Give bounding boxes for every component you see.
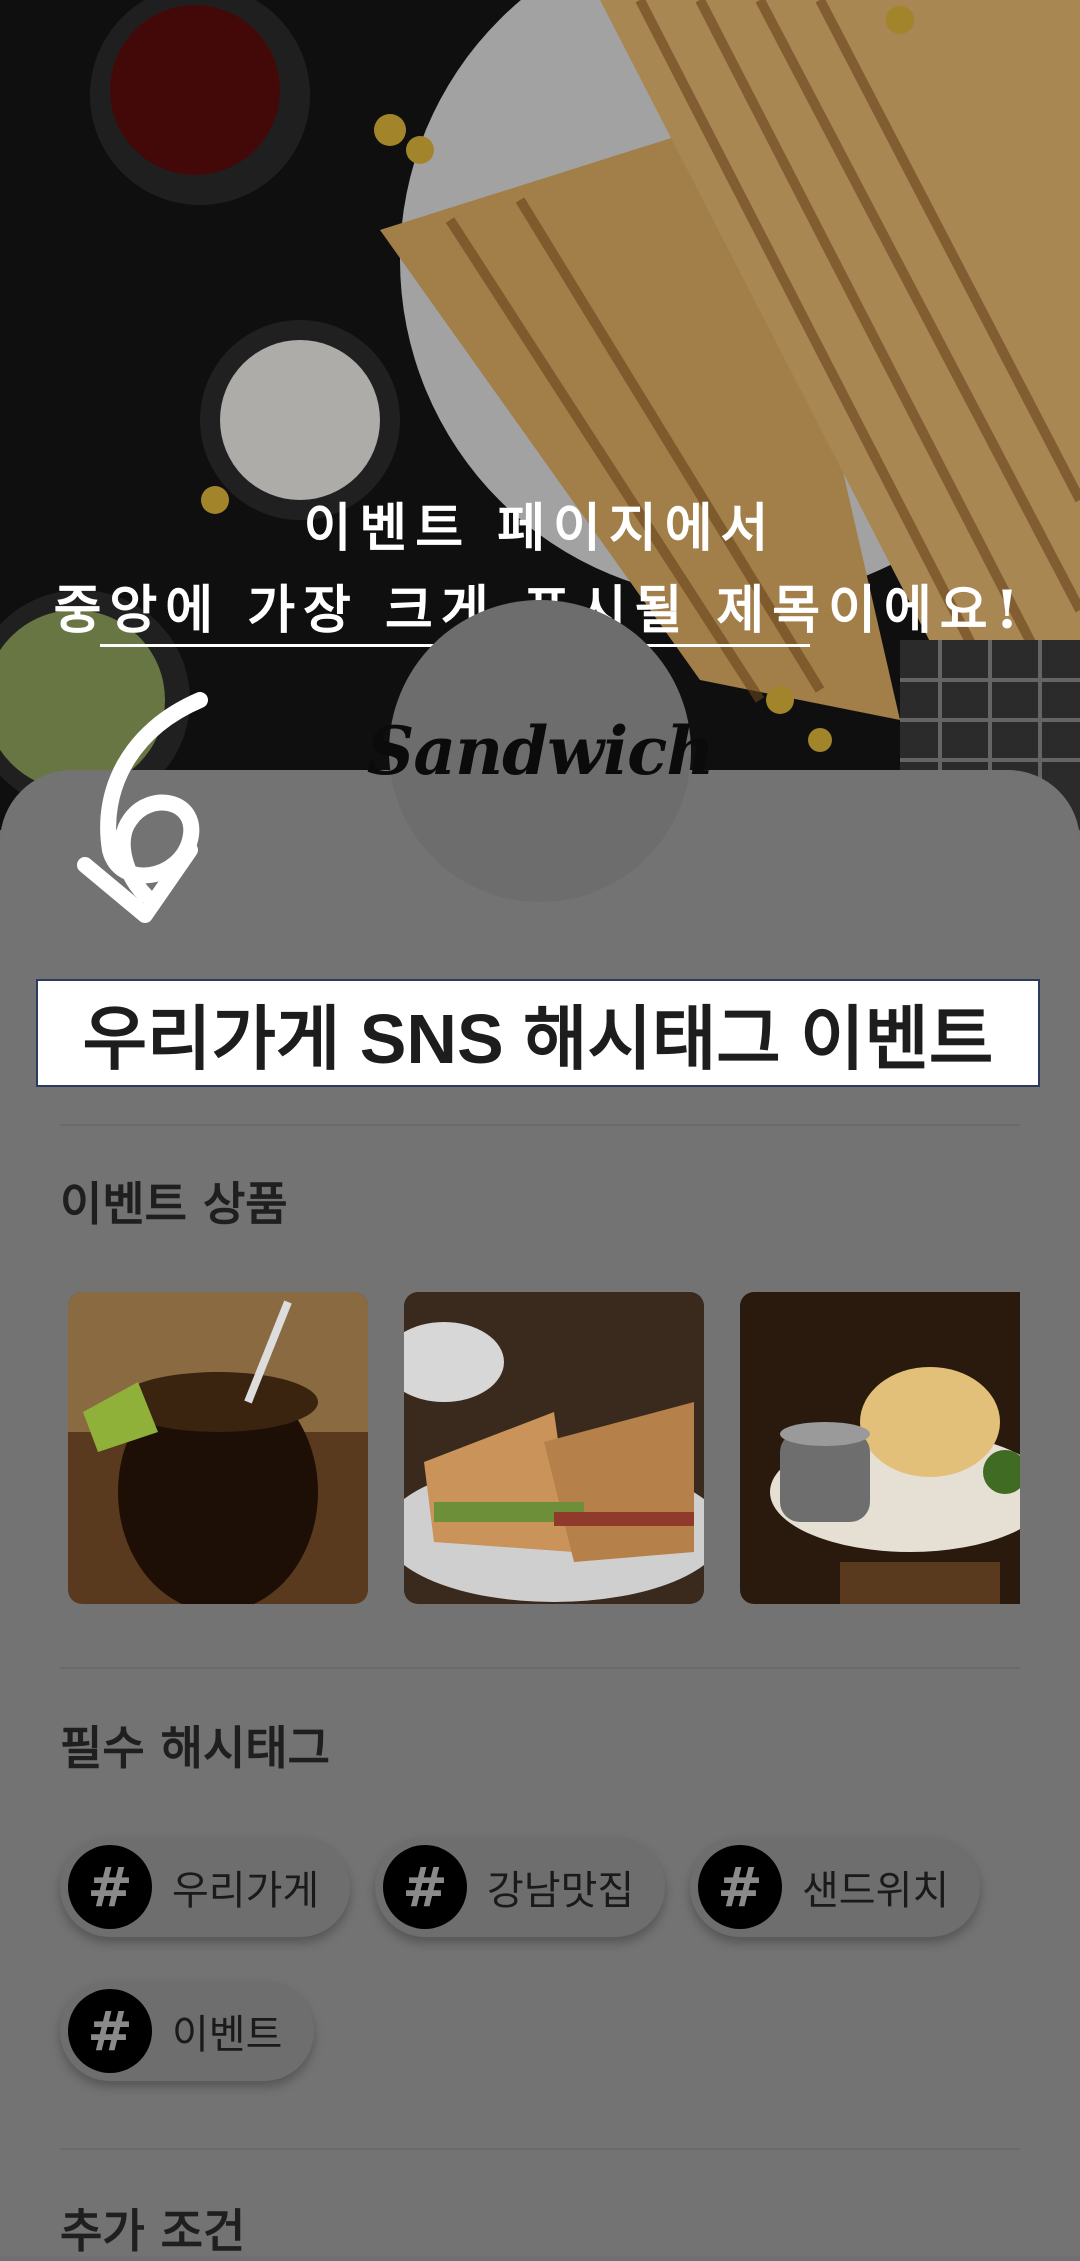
product-image-bread-soup[interactable] [740, 1292, 1020, 1604]
product-image-cola[interactable] [68, 1292, 368, 1604]
hashtag-label: 샌드위치 [802, 1868, 950, 1914]
event-title: 우리가게 SNS 해시태그 이벤트 [82, 999, 994, 1078]
hashtags-section-title: 필수 해시태그 [60, 1721, 330, 1775]
hashtag-chip[interactable]: # 이벤트 [60, 1981, 314, 2081]
hash-icon: # [383, 1845, 467, 1929]
product-carousel[interactable] [68, 1292, 1020, 1604]
logo-text: Sandwich [366, 712, 715, 790]
products-section-title: 이벤트 상품 [60, 1177, 288, 1231]
hashtag-label: 강남맛집 [487, 1868, 635, 1914]
hashtag-chip[interactable]: # 샌드위치 [690, 1837, 980, 1937]
hashtag-label: 이벤트 [172, 2012, 283, 2058]
extra-conditions-section-title: 추가 조건 [60, 2204, 246, 2258]
divider [60, 1667, 1020, 1669]
hash-icon: # [698, 1845, 782, 1929]
annotation-arrow-icon [77, 692, 208, 923]
store-logo: Sandwich [367, 600, 714, 902]
product-image-sandwich[interactable] [404, 1292, 704, 1604]
hashtag-chip[interactable]: # 강남맛집 [375, 1837, 665, 1937]
hash-icon: # [68, 1989, 152, 2073]
hashtag-chip[interactable]: # 우리가게 [60, 1837, 350, 1937]
annotation-line-1: 이벤트 페이지에서 [303, 498, 777, 559]
hashtag-label: 우리가게 [172, 1868, 320, 1914]
event-title-box: 우리가게 SNS 해시태그 이벤트 [36, 979, 1040, 1087]
hash-icon: # [68, 1845, 152, 1929]
divider [60, 1124, 1020, 1126]
divider [60, 2148, 1020, 2150]
